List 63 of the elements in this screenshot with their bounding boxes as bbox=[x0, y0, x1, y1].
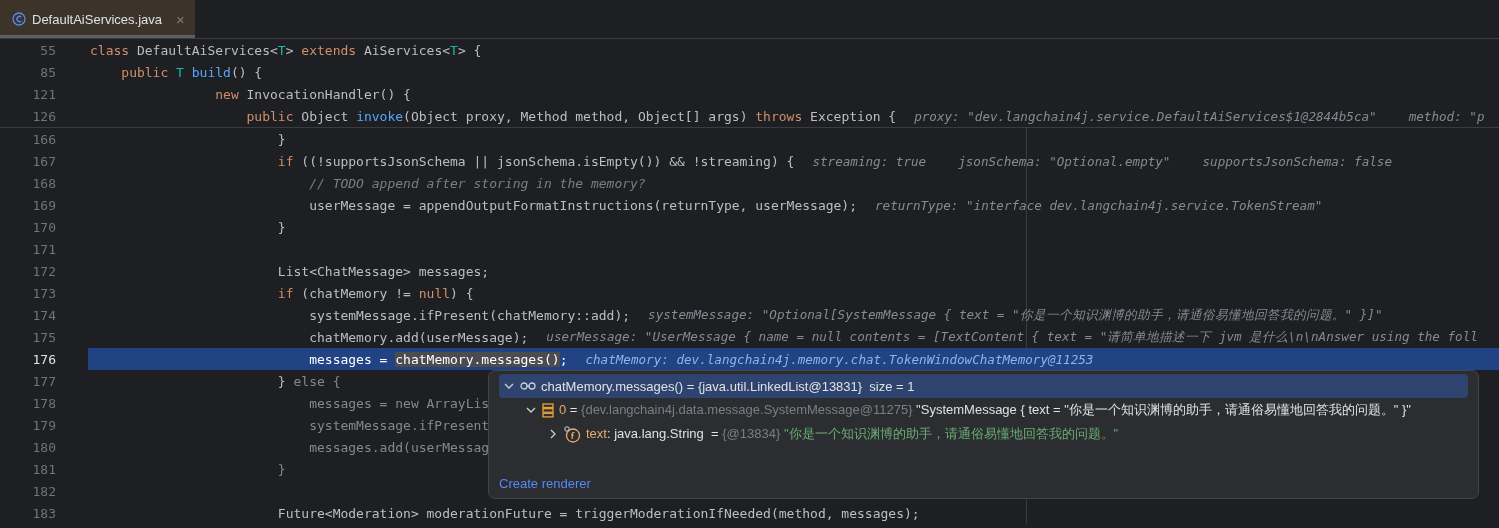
code-line: systemMessage.ifPresent(chatMemory::add); bbox=[308, 307, 631, 323]
glasses-icon bbox=[520, 381, 536, 391]
code-line: class DefaultAiServices<T> extends AiServices<T> { bbox=[89, 42, 482, 58]
code-line: } bbox=[276, 131, 286, 147]
line-number: 55 bbox=[39, 42, 57, 58]
line-number: 182 bbox=[31, 483, 57, 499]
code-line: new InvocationHandler() { bbox=[214, 86, 411, 102]
inline-value-hint: chatMemory: dev.langchain4j.memory.chat.TokenWindowChatMemory@11253 bbox=[585, 351, 1094, 367]
code-line: } bbox=[276, 219, 286, 235]
line-number: 171 bbox=[31, 241, 57, 257]
code-line: systemMessage.ifPresent bbox=[308, 417, 490, 433]
line-number: 178 bbox=[31, 395, 57, 411]
code-line: messages = new ArrayLis bbox=[308, 395, 490, 411]
inline-value-hint: userMessage: "UserMessage { name = null contents = [TextContent { text = "请简单地描述一下 jvm 是什么\n\nAnswer using the foll bbox=[546, 328, 1478, 346]
variable-row[interactable]: 0 = {dev.langchain4j.data.message.SystemMessage@11275} "SystemMessage { text = "你是一个知识渊博的助手，请通俗易懂地回答我的问题。" }" bbox=[499, 398, 1468, 422]
code-line: messages.add(userMessag bbox=[308, 439, 490, 455]
variable-row[interactable]: text: java.lang.String = {@13834} "你是一个知识渊博的助手，请通俗易懂地回答我的问题。" bbox=[499, 422, 1468, 446]
code-line: } bbox=[276, 461, 286, 477]
line-number: 177 bbox=[31, 373, 57, 389]
line-number: 168 bbox=[31, 175, 57, 191]
line-number: 176 bbox=[31, 351, 57, 367]
line-number: 166 bbox=[31, 131, 57, 147]
code-line: } else { bbox=[276, 373, 341, 389]
code-line: // TODO append after storing in the memory? bbox=[308, 175, 646, 191]
variable-label: chatMemory.messages() = {java.util.LinkedList@13831} size = 1 bbox=[541, 378, 915, 394]
variable-row[interactable]: chatMemory.messages() = {java.util.LinkedList@13831} size = 1 bbox=[499, 374, 1468, 398]
inline-value-hint: proxy: "dev.langchain4j.service.DefaultAiServices$1@2844b5ca" bbox=[914, 108, 1377, 124]
line-number: 121 bbox=[31, 86, 57, 102]
code-line: Future<Moderation> moderationFuture = triggerModerationIfNeeded(method, messages); bbox=[276, 505, 920, 521]
line-number: 181 bbox=[31, 461, 57, 477]
create-renderer-link[interactable]: Create renderer bbox=[499, 476, 591, 495]
inline-value-hint: systemMessage: "Optional[SystemMessage { text = "你是一个知识渊博的助手，请通俗易懂地回答我的问题。" }]" bbox=[648, 306, 1383, 324]
code-line: if (chatMemory != null) { bbox=[276, 285, 474, 301]
line-number: 183 bbox=[31, 505, 57, 521]
file-tab[interactable]: DefaultAiServices.java × bbox=[0, 0, 195, 38]
inline-value-hint: supportsJsonSchema: false bbox=[1202, 153, 1393, 169]
code-line: chatMemory.add(userMessage); bbox=[308, 329, 529, 345]
line-number: 173 bbox=[31, 285, 57, 301]
line-number: 126 bbox=[31, 108, 57, 124]
inline-value-hint: returnType: "interface dev.langchain4j.service.TokenStream" bbox=[875, 197, 1323, 213]
list-icon bbox=[542, 402, 554, 418]
line-number: 85 bbox=[39, 64, 57, 80]
line-number: 174 bbox=[31, 307, 57, 323]
line-number: 179 bbox=[31, 417, 57, 433]
variable-label: 0 = {dev.langchain4j.data.message.SystemMessage@11275} "SystemMessage { text = "你是一个知识渊博的助手，请通俗易懂地回答我的问题。" }" bbox=[559, 401, 1411, 419]
line-number: 170 bbox=[31, 219, 57, 235]
field-icon bbox=[564, 425, 581, 443]
inline-value-hint: method: "p bbox=[1408, 108, 1485, 124]
code-line: List<ChatMessage> messages; bbox=[276, 263, 490, 279]
line-number: 172 bbox=[31, 263, 57, 279]
line-number: 180 bbox=[31, 439, 57, 455]
class-icon bbox=[12, 12, 26, 26]
code-line: messages = chatMemory.messages(); bbox=[308, 351, 568, 367]
code-line: public Object invoke(Object proxy, Method method, Object[] args) throws Exception { bbox=[245, 108, 897, 124]
line-number: 175 bbox=[31, 329, 57, 345]
inline-value-hint: jsonSchema: "Optional.empty" bbox=[958, 153, 1171, 169]
inline-value-hint: streaming: true bbox=[812, 153, 927, 169]
variable-label: text: java.lang.String = {@13834} "你是一个知识渊博的助手，请通俗易懂地回答我的问题。" bbox=[586, 425, 1119, 443]
code-line: if ((!supportsJsonSchema || jsonSchema.isEmpty()) && !streaming) { bbox=[276, 153, 795, 169]
code-line: userMessage = appendOutputFormatInstructions(returnType, userMessage); bbox=[308, 197, 857, 213]
line-number: 167 bbox=[31, 153, 57, 169]
line-number: 169 bbox=[31, 197, 57, 213]
code-line: public T build() { bbox=[120, 64, 263, 80]
